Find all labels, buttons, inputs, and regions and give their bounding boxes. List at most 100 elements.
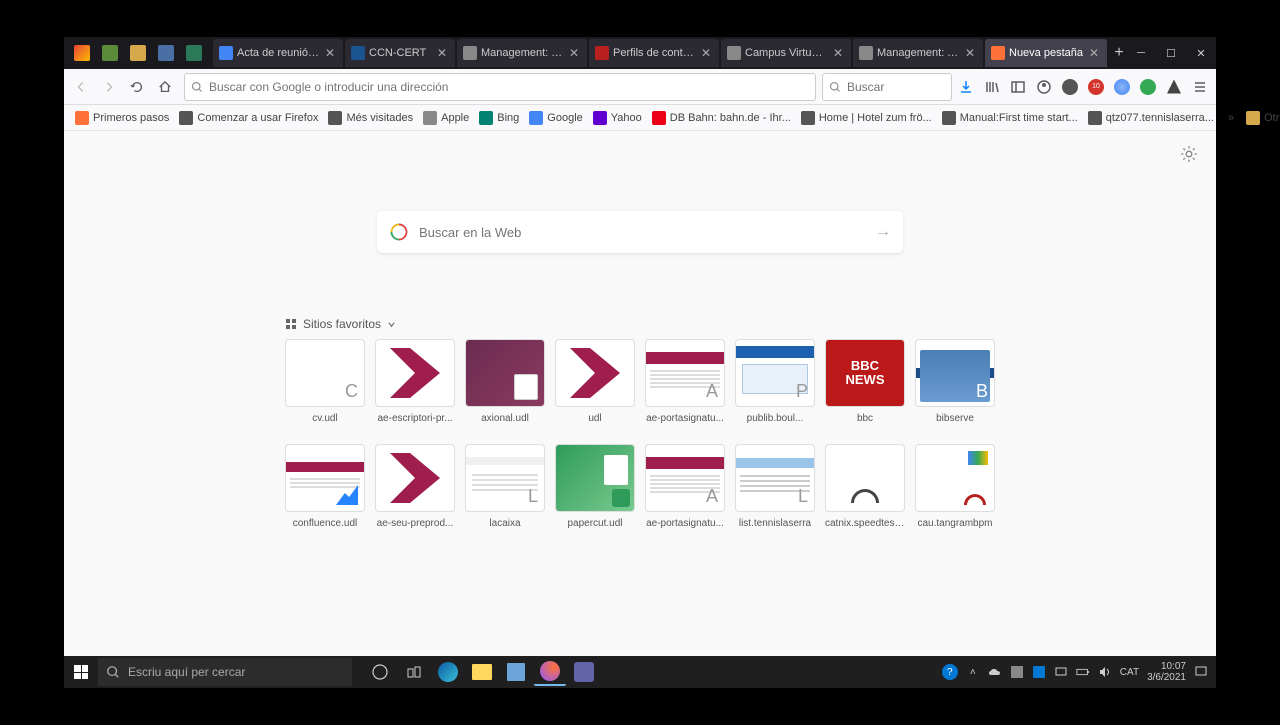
close-window-button[interactable]: ✕ — [1186, 39, 1216, 67]
bookmark-item[interactable]: Yahoo — [588, 109, 647, 127]
settings-gear-icon[interactable] — [1180, 145, 1202, 167]
favorite-site[interactable]: cau.tangrambpm — [915, 444, 995, 529]
favorite-site[interactable]: Llacaixa — [465, 444, 545, 529]
tray-defender-icon[interactable] — [1032, 665, 1046, 679]
favorite-site[interactable]: axional.udl — [465, 339, 545, 424]
search-bar[interactable] — [822, 73, 952, 101]
favorite-site[interactable]: papercut.udl — [555, 444, 635, 529]
taskbar-app-4[interactable] — [500, 658, 532, 686]
bookmark-item[interactable]: DB Bahn: bahn.de - Ihr... — [647, 109, 796, 127]
tray-onedrive-icon[interactable] — [988, 665, 1002, 679]
start-button[interactable] — [64, 656, 98, 688]
tab-close-icon[interactable]: ✕ — [963, 46, 977, 60]
tab-close-icon[interactable]: ✕ — [567, 46, 581, 60]
bookmark-item[interactable]: Home | Hotel zum frö... — [796, 109, 937, 127]
maximize-button[interactable]: ☐ — [1156, 39, 1186, 67]
browser-tab[interactable]: Acta de reunió: U✕ — [213, 39, 343, 67]
pinned-tab-5[interactable] — [180, 39, 208, 67]
library-icon[interactable] — [980, 75, 1004, 99]
minimize-button[interactable]: ─ — [1126, 39, 1156, 67]
browser-tab[interactable]: CCN-CERT✕ — [345, 39, 455, 67]
favorite-site[interactable]: ae-seu-preprod... — [375, 444, 455, 529]
other-bookmarks[interactable]: Otros marcadores — [1241, 109, 1280, 127]
bookmark-item[interactable]: qtz077.tennislaserra... — [1083, 109, 1219, 127]
tray-clock[interactable]: 10:07 3/6/2021 — [1147, 661, 1186, 683]
favorite-site[interactable]: confluence.udl — [285, 444, 365, 529]
taskbar-app-explorer[interactable] — [466, 658, 498, 686]
center-search-input[interactable] — [419, 225, 865, 240]
extension-icon-3[interactable] — [1110, 75, 1134, 99]
favorites-header[interactable]: Sitios favoritos — [285, 317, 995, 331]
back-button[interactable] — [68, 74, 94, 100]
taskbar-app-edge[interactable] — [432, 658, 464, 686]
home-button[interactable] — [152, 74, 178, 100]
bookmark-item[interactable]: Més visitades — [323, 109, 418, 127]
tray-volume-icon[interactable] — [1098, 665, 1112, 679]
tab-favicon — [219, 46, 233, 60]
new-tab-button[interactable]: + — [1112, 41, 1126, 65]
tab-close-icon[interactable]: ✕ — [831, 46, 845, 60]
downloads-icon[interactable] — [954, 75, 978, 99]
tray-help-icon[interactable]: ? — [942, 664, 958, 680]
reload-button[interactable] — [124, 74, 150, 100]
favorite-site[interactable]: Bbibserve — [915, 339, 995, 424]
browser-tab[interactable]: Campus Virtual UdL✕ — [721, 39, 851, 67]
browser-tab[interactable]: Perfils de contrac✕ — [589, 39, 719, 67]
favorite-site[interactable]: Ccv.udl — [285, 339, 365, 424]
favorite-site[interactable]: catnix.speedtest... — [825, 444, 905, 529]
taskbar-app-firefox[interactable] — [534, 658, 566, 686]
tray-network-icon[interactable] — [1054, 665, 1068, 679]
taskbar-app-teams[interactable] — [568, 658, 600, 686]
favorite-site[interactable]: Llist.tennislaserra — [735, 444, 815, 529]
tray-battery-icon[interactable] — [1076, 665, 1090, 679]
bookmark-label: Manual:First time start... — [960, 112, 1078, 124]
tray-notifications-icon[interactable] — [1194, 665, 1208, 679]
extension-icon-5[interactable] — [1162, 75, 1186, 99]
favorite-site[interactable]: ae-escriptori-pr... — [375, 339, 455, 424]
url-bar[interactable] — [184, 73, 816, 101]
tab-close-icon[interactable]: ✕ — [323, 46, 337, 60]
favorite-site[interactable]: udl — [555, 339, 635, 424]
browser-tab[interactable]: Nueva pestaña✕ — [985, 39, 1107, 67]
tab-favicon — [463, 46, 477, 60]
tray-chevron-icon[interactable]: ˄ — [966, 665, 980, 679]
search-input[interactable] — [847, 80, 945, 94]
sidebar-icon[interactable] — [1006, 75, 1030, 99]
pinned-tab-2[interactable] — [96, 39, 124, 67]
favorite-site[interactable]: Aae-portasignatu... — [645, 444, 725, 529]
bookmark-item[interactable]: Manual:First time start... — [937, 109, 1083, 127]
bookmark-item[interactable]: Primeros pasos — [70, 109, 174, 127]
tab-close-icon[interactable]: ✕ — [435, 46, 449, 60]
favorite-site[interactable]: Aae-portasignatu... — [645, 339, 725, 424]
search-submit-icon[interactable]: → — [875, 223, 891, 241]
url-input[interactable] — [209, 80, 809, 94]
favorite-site[interactable]: Ppublib.boul... — [735, 339, 815, 424]
favorite-label: publib.boul... — [747, 413, 804, 424]
bookmarks-overflow[interactable]: » — [1223, 110, 1239, 126]
hamburger-menu-icon[interactable] — [1188, 75, 1212, 99]
pinned-tab-gmail[interactable] — [68, 39, 96, 67]
taskview-icon[interactable] — [364, 658, 396, 686]
browser-tab[interactable]: Management: Tim✕ — [853, 39, 983, 67]
bookmark-item[interactable]: Apple — [418, 109, 474, 127]
tray-language[interactable]: CAT — [1120, 667, 1139, 678]
bookmark-label: Comenzar a usar Firefox — [197, 112, 318, 124]
tab-close-icon[interactable]: ✕ — [699, 46, 713, 60]
bookmark-item[interactable]: Comenzar a usar Firefox — [174, 109, 323, 127]
cortana-icon[interactable] — [398, 658, 430, 686]
tray-app-icon[interactable] — [1010, 665, 1024, 679]
account-icon[interactable] — [1032, 75, 1056, 99]
taskbar-search[interactable]: Escriu aquí per cercar — [98, 658, 352, 686]
extension-icon-1[interactable] — [1058, 75, 1082, 99]
browser-tab[interactable]: Management: Tim✕ — [457, 39, 587, 67]
bookmark-item[interactable]: Bing — [474, 109, 524, 127]
forward-button[interactable] — [96, 74, 122, 100]
tab-close-icon[interactable]: ✕ — [1087, 46, 1101, 60]
pinned-tab-3[interactable] — [124, 39, 152, 67]
extension-icon-4[interactable] — [1136, 75, 1160, 99]
favorite-site[interactable]: BBCNEWSbbc — [825, 339, 905, 424]
extension-icon-2[interactable]: 10 — [1084, 75, 1108, 99]
bookmark-item[interactable]: Google — [524, 109, 587, 127]
pinned-tab-4[interactable] — [152, 39, 180, 67]
center-search-box[interactable]: → — [377, 211, 903, 253]
